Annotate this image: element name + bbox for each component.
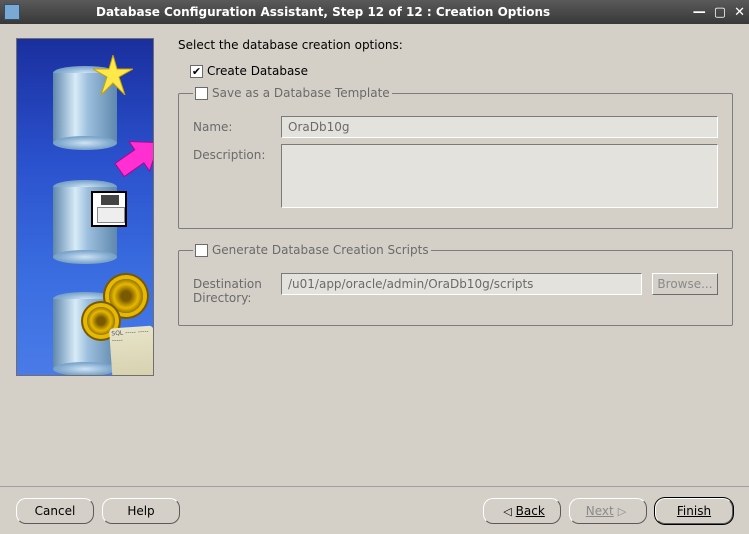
create-database-label: Create Database	[207, 64, 308, 78]
help-button[interactable]: Help	[102, 498, 180, 524]
generate-scripts-legend: Generate Database Creation Scripts	[212, 243, 429, 257]
button-bar: Cancel Help ◁Back Next▷ Finish	[0, 486, 749, 534]
generate-scripts-checkbox[interactable]	[195, 244, 208, 257]
template-desc-textarea[interactable]	[281, 144, 718, 208]
save-template-legend: Save as a Database Template	[212, 86, 390, 100]
content-area: SQL ----- ----- ----- Select the databas…	[0, 24, 749, 534]
next-button[interactable]: Next▷	[569, 498, 647, 524]
sparkle-icon	[93, 55, 133, 95]
dest-dir-label: Destination Directory:	[193, 273, 271, 305]
app-icon	[4, 4, 20, 20]
right-arrow-icon: ▷	[618, 505, 626, 518]
gear-icon	[109, 279, 143, 313]
create-database-checkbox[interactable]: ✔	[190, 65, 203, 78]
save-template-group: Save as a Database Template Name: OraDb1…	[178, 86, 733, 229]
save-template-checkbox[interactable]	[195, 87, 208, 100]
titlebar[interactable]: Database Configuration Assistant, Step 1…	[0, 0, 749, 24]
browse-button[interactable]: Browse...	[652, 273, 718, 295]
window-title: Database Configuration Assistant, Step 1…	[26, 5, 687, 19]
close-button[interactable]: ✕	[734, 5, 745, 20]
maximize-button[interactable]: ▢	[714, 5, 726, 20]
floppy-disk-icon	[91, 191, 127, 227]
prompt-text: Select the database creation options:	[178, 38, 733, 52]
minimize-button[interactable]: —	[693, 5, 706, 20]
template-desc-label: Description:	[193, 144, 271, 162]
finish-button[interactable]: Finish	[655, 498, 733, 524]
form-panel: Select the database creation options: ✔ …	[178, 38, 733, 480]
left-arrow-icon: ◁	[503, 505, 511, 518]
sql-script-icon: SQL ----- ----- -----	[109, 326, 154, 376]
pink-arrow-icon	[113, 129, 154, 177]
wizard-sidebar-image: SQL ----- ----- -----	[16, 38, 154, 376]
dest-dir-input[interactable]: /u01/app/oracle/admin/OraDb10g/scripts	[281, 273, 642, 295]
back-button[interactable]: ◁Back	[483, 498, 561, 524]
template-name-label: Name:	[193, 116, 271, 134]
cancel-button[interactable]: Cancel	[16, 498, 94, 524]
template-name-input[interactable]: OraDb10g	[281, 116, 718, 138]
generate-scripts-group: Generate Database Creation Scripts Desti…	[178, 243, 733, 326]
app-window: Database Configuration Assistant, Step 1…	[0, 0, 749, 534]
